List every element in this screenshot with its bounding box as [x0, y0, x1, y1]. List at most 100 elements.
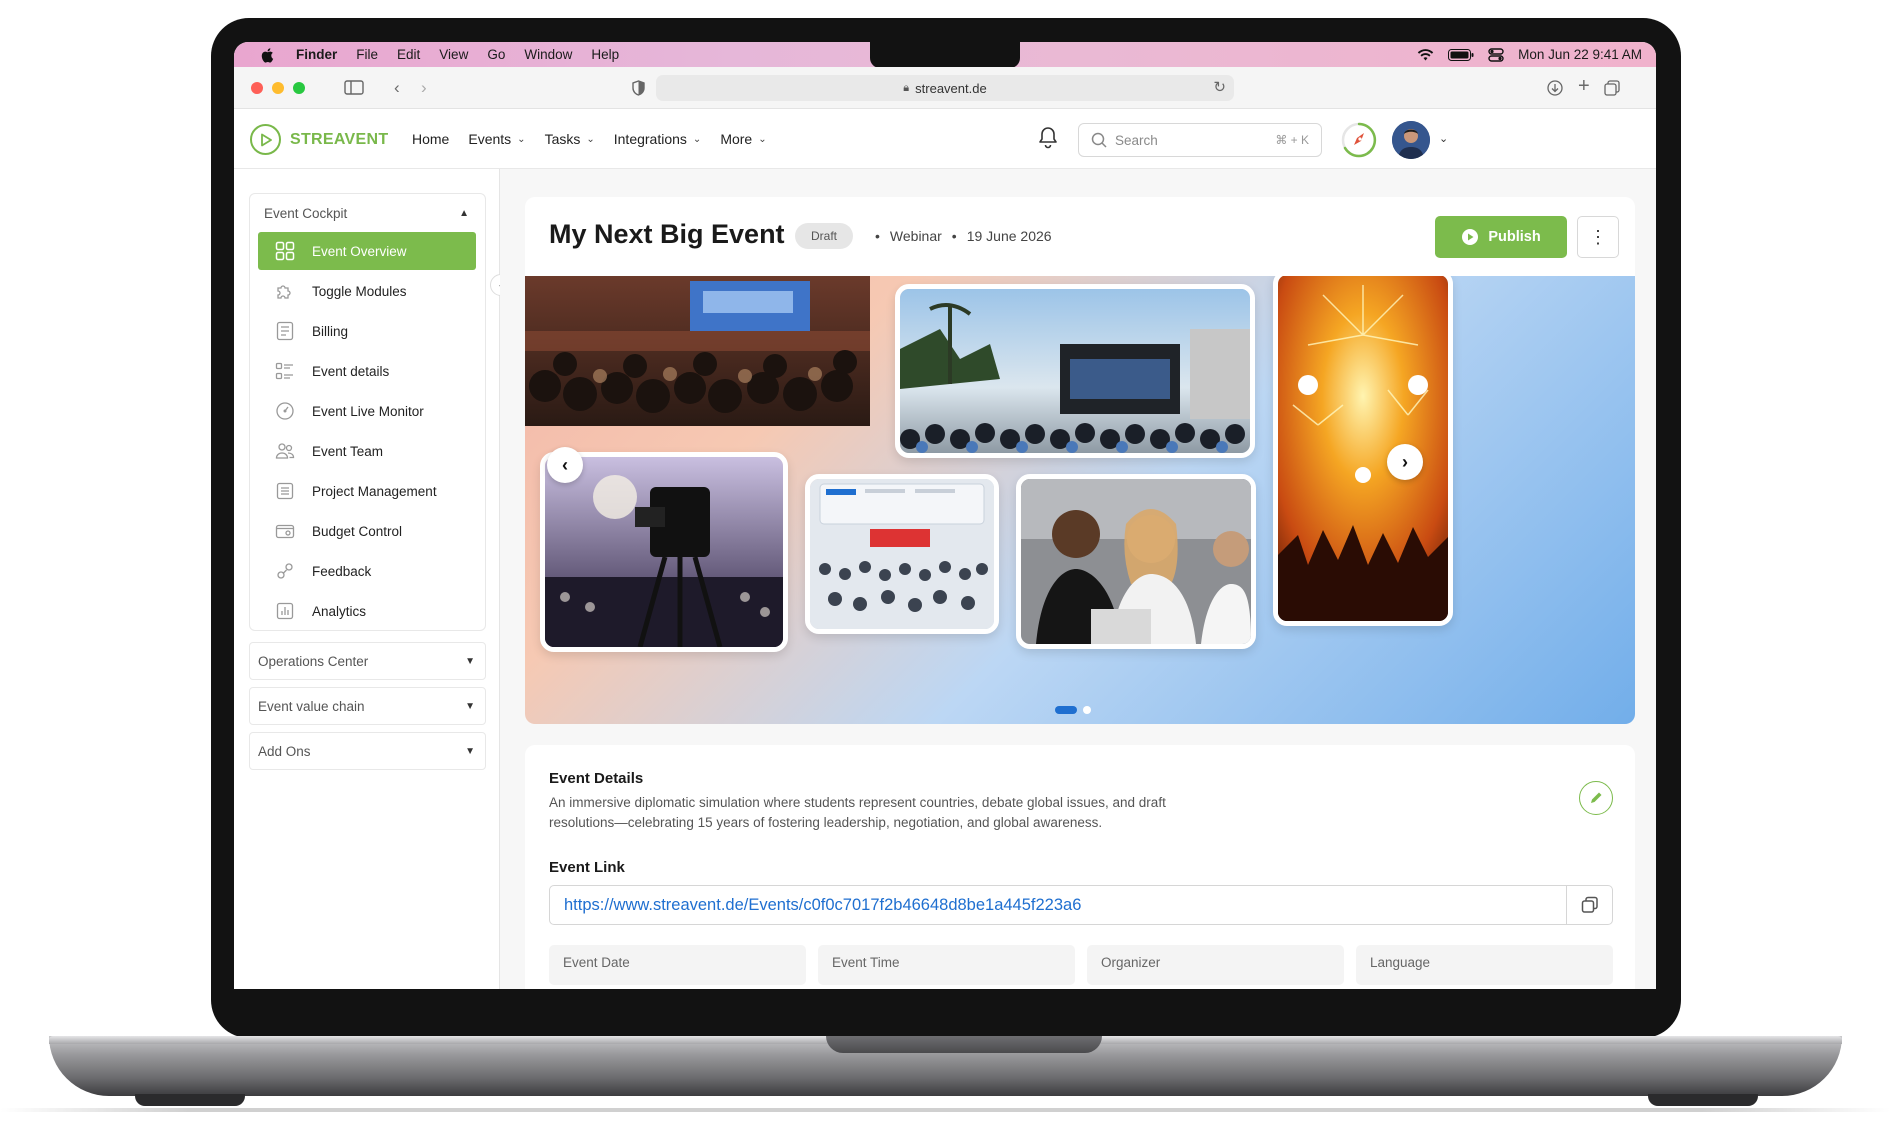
new-tab-icon[interactable]: +	[1578, 76, 1590, 96]
main-content: My Next Big Event Draft • Webinar • 19 J…	[500, 169, 1656, 989]
copy-icon	[1581, 896, 1598, 913]
sidebar-toggle-icon[interactable]	[344, 80, 364, 95]
menubar-clock[interactable]: Mon Jun 22 9:41 AM	[1518, 47, 1642, 62]
maximize-window-button[interactable]	[293, 82, 305, 94]
search-input[interactable]: Search ⌘ + K	[1078, 123, 1322, 157]
tab-overview-icon[interactable]	[1604, 80, 1620, 96]
app-header: STREAVENT Home Events ⌄ Tasks ⌄ Integratio…	[234, 109, 1656, 169]
account-menu-chevron-icon[interactable]: ⌄	[1439, 132, 1448, 145]
grid-icon	[274, 240, 296, 262]
sidebar-item-event-team[interactable]: Event Team	[258, 432, 476, 470]
window-controls	[251, 82, 305, 94]
lock-icon: 🔒︎	[903, 81, 910, 94]
field-organizer[interactable]: Organizer	[1087, 945, 1344, 985]
event-details-title: Event Details	[549, 770, 644, 787]
nav-label: Tasks	[544, 131, 581, 147]
sidebar-item-event-live-monitor[interactable]: Event Live Monitor	[258, 392, 476, 430]
nav-home[interactable]: Home	[412, 131, 449, 147]
setup-progress-rocket-icon[interactable]	[1341, 122, 1377, 158]
chevron-down-icon: ⌄	[586, 133, 595, 145]
control-center-icon[interactable]	[1488, 47, 1504, 62]
notifications-bell-icon[interactable]	[1037, 126, 1059, 150]
play-circle-icon	[1462, 229, 1479, 245]
nav-tasks[interactable]: Tasks ⌄	[545, 131, 595, 147]
event-description: An immersive diplomatic simulation where…	[549, 795, 1166, 830]
sidebar-item-feedback[interactable]: Feedback	[258, 552, 476, 590]
networking-people-photo	[1016, 474, 1256, 649]
nav-label: Integrations	[613, 131, 687, 147]
meta-separator: •	[875, 228, 880, 244]
play-logo-icon	[250, 124, 281, 155]
chevron-down-icon: ⌄	[758, 133, 767, 145]
collapse-caret-icon[interactable]: ▲	[459, 208, 469, 219]
field-language[interactable]: Language	[1356, 945, 1613, 985]
outdoor-concert-photo	[895, 284, 1255, 458]
sidebar-item-analytics[interactable]: Analytics	[258, 592, 476, 630]
main-nav: Home Events ⌄ Tasks ⌄ Integrations ⌄ More ⌄	[412, 109, 786, 169]
event-cockpit-title[interactable]: Event Cockpit	[264, 206, 347, 221]
publish-button[interactable]: Publish	[1435, 216, 1567, 258]
macos-menu-bar: Finder File Edit View Go Window Help Mon…	[234, 42, 1656, 68]
nav-events[interactable]: Events ⌄	[468, 131, 525, 147]
sidebar-item-event-overview[interactable]: Event Overview	[258, 232, 476, 270]
carousel-prev-button[interactable]: ‹	[547, 447, 583, 483]
search-shortcut: ⌘ + K	[1275, 133, 1309, 147]
field-event-time[interactable]: Event Time	[818, 945, 1075, 985]
brand-name: STREAVENT	[290, 130, 389, 148]
section-label: Operations Center	[258, 653, 369, 669]
more-options-button[interactable]: ⋮	[1577, 216, 1619, 258]
brand-logo[interactable]: STREAVENT	[250, 124, 388, 155]
wifi-icon[interactable]	[1417, 48, 1434, 61]
shield-icon[interactable]	[632, 80, 645, 96]
conference-audience-photo	[525, 276, 870, 426]
close-window-button[interactable]	[251, 82, 263, 94]
sidebar-item-label: Toggle Modules	[312, 283, 407, 299]
download-icon[interactable]	[1547, 80, 1563, 96]
forward-icon[interactable]: ›	[421, 79, 427, 97]
nav-integrations[interactable]: Integrations ⌄	[614, 131, 702, 147]
address-bar[interactable]: 🔒︎ streavent.de ↻	[656, 75, 1234, 101]
nav-label: Home	[412, 131, 450, 147]
sidebar-item-toggle-modules[interactable]: Toggle Modules	[258, 272, 476, 310]
minimize-window-button[interactable]	[272, 82, 284, 94]
sidebar-section-operations-center[interactable]: Operations Center ▼	[249, 642, 486, 680]
sidebar-item-project-management[interactable]: Project Management	[258, 472, 476, 510]
edit-details-button[interactable]	[1579, 781, 1613, 815]
apple-icon[interactable]	[260, 47, 274, 63]
nav-more[interactable]: More ⌄	[720, 131, 766, 147]
section-label: Event value chain	[258, 698, 365, 714]
sidebar-item-budget-control[interactable]: Budget Control	[258, 512, 476, 550]
event-link-field[interactable]: https://www.streavent.de/Events/c0f0c701…	[549, 885, 1613, 925]
menu-file[interactable]: File	[356, 47, 378, 62]
chevron-down-icon: ⌄	[692, 133, 702, 145]
sidebar-item-billing[interactable]: Billing	[258, 312, 476, 350]
copy-link-button[interactable]	[1566, 886, 1612, 924]
sidebar-section-event-value-chain[interactable]: Event value chain ▼	[249, 687, 486, 725]
battery-icon[interactable]	[1448, 48, 1474, 61]
sidebar-item-event-details[interactable]: Event details	[258, 352, 476, 390]
laptop-opening-notch	[826, 1036, 1102, 1053]
user-avatar[interactable]	[1392, 121, 1430, 159]
laptop-foot-right	[1648, 1094, 1758, 1106]
field-event-date[interactable]: Event Date	[549, 945, 806, 985]
carousel-next-button[interactable]: ›	[1387, 444, 1423, 480]
menu-edit[interactable]: Edit	[397, 47, 420, 62]
reload-icon[interactable]: ↻	[1213, 78, 1226, 96]
laptop-shadow	[0, 1108, 1890, 1112]
menu-help[interactable]: Help	[591, 47, 619, 62]
sidebar-section-add-ons[interactable]: Add Ons ▼	[249, 732, 486, 770]
event-image-carousel: ‹ ›	[525, 276, 1635, 724]
back-icon[interactable]: ‹	[394, 79, 400, 97]
search-icon	[1091, 132, 1107, 148]
sidebar: Event Cockpit ▲ Event Overview Toggle Mo…	[234, 169, 500, 989]
menu-window[interactable]: Window	[524, 47, 572, 62]
menu-go[interactable]: Go	[487, 47, 505, 62]
carousel-dot-active[interactable]	[1055, 706, 1077, 714]
event-link-url[interactable]: https://www.streavent.de/Events/c0f0c701…	[564, 896, 1081, 915]
publish-label: Publish	[1488, 229, 1541, 245]
menu-app-name[interactable]: Finder	[296, 47, 337, 62]
team-icon	[274, 440, 296, 462]
menu-view[interactable]: View	[439, 47, 468, 62]
gauge-icon	[274, 400, 296, 422]
carousel-dot[interactable]	[1083, 706, 1091, 714]
